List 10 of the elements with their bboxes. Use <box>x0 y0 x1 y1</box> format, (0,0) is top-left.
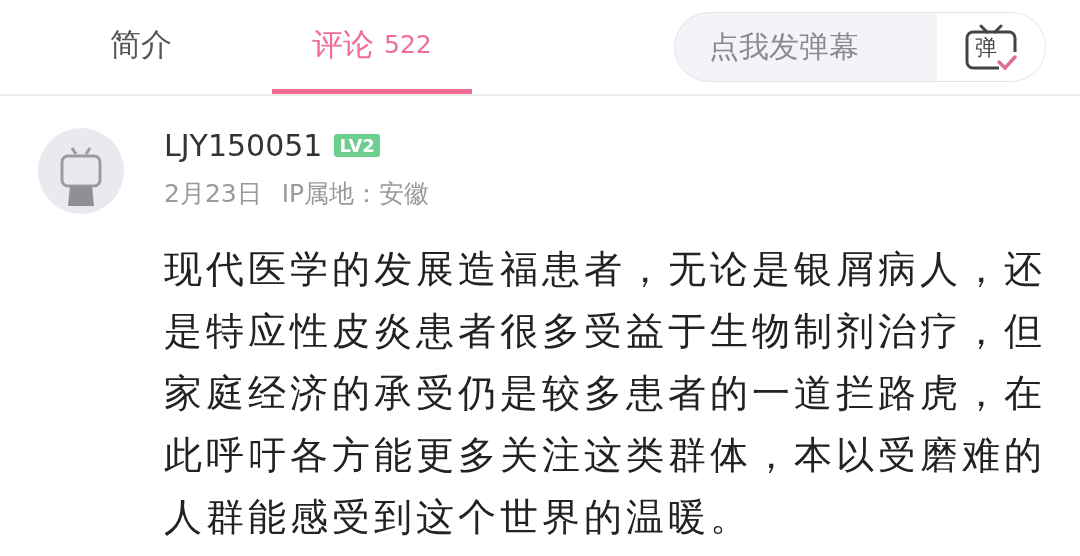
ip-location: IP属地：安徽 <box>281 178 430 210</box>
avatar[interactable] <box>38 128 124 214</box>
tab[interactable]: 简介 <box>70 0 212 94</box>
tv-icon <box>963 22 1019 72</box>
comment-text: 现代医学的发展造福患者，无论是银屑病人，还是特应性皮炎患者很多受益于生物制剂治疗，但家庭经济的承受仍是较多患者的一道拦路虎，在此呼吁各方能更多关注这类群体，本以受磨难的人群能感受到这个世界的温暖。 <box>164 246 1047 541</box>
comment-date: 2月23日 <box>164 178 262 210</box>
username[interactable]: LJY150051 <box>164 128 323 163</box>
danmaku-input[interactable]: 点我发弹幕 弹 <box>674 12 1046 82</box>
danmaku-button[interactable]: 弹 <box>937 13 1045 81</box>
level-badge: LV2 <box>334 134 380 157</box>
